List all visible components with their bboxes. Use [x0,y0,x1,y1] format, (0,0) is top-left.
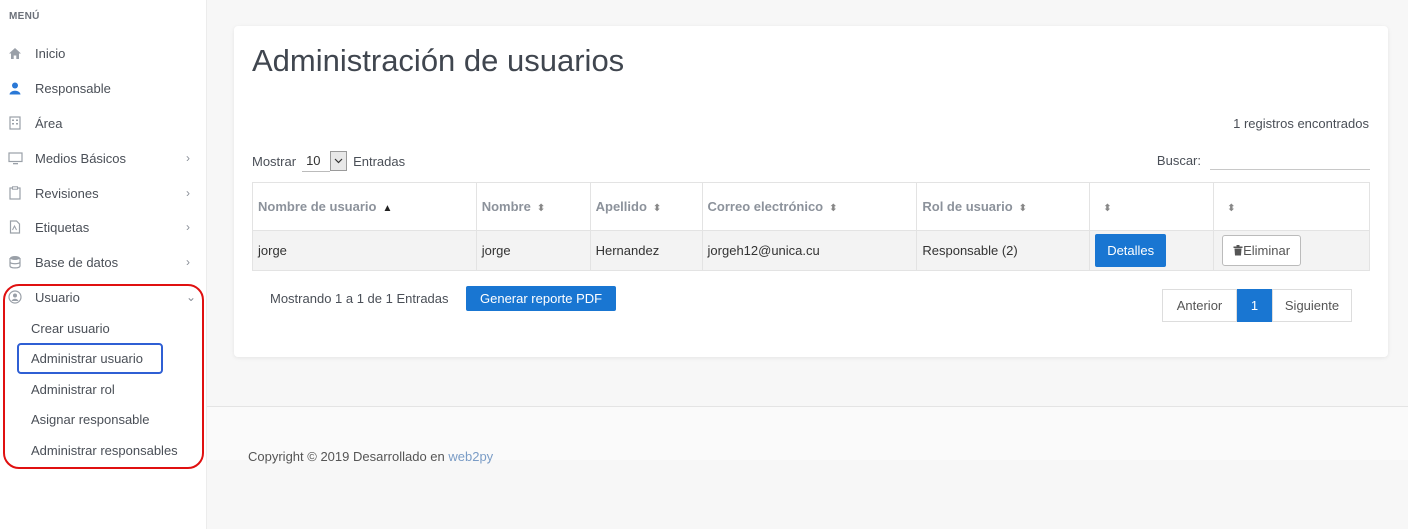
cell-role: Responsable (2) [916,230,1091,271]
chevron-down-icon [330,151,348,171]
building-icon [7,115,23,131]
sidebar-item-label: Revisiones [35,185,99,201]
sidebar-subitem-administrar-rol[interactable]: Administrar rol [31,382,115,397]
cell-delete: Eliminar [1213,230,1370,271]
sort-icon: ⬍ [1018,203,1028,214]
sidebar-item-area[interactable]: Área [0,108,207,138]
sort-icon: ⬍ [536,203,546,214]
sidebar-item-responsable[interactable]: Responsable [0,73,207,103]
sidebar-item-label: Medios Básicos [35,150,127,166]
cell-details: Detalles [1089,230,1215,271]
table-header-row: Nombre de usuario ▲ Nombre ⬍ Apellido ⬍ Cor… [252,182,1370,231]
home-icon [7,45,23,61]
chevron-right-icon: › [186,151,190,165]
main-card: Administración de usuarios 1 registros e… [234,26,1388,357]
cell-username: jorge [252,230,477,271]
users-table: Nombre de usuario ▲ Nombre ⬍ Apellido ⬍ Cor… [252,182,1370,271]
column-header-surname[interactable]: Apellido ⬍ [589,182,703,231]
menu-title: MENÚ [9,11,40,22]
generate-pdf-button[interactable]: Generar reporte PDF [466,286,617,311]
table-info: Mostrando 1 a 1 de 1 Entradas [270,291,449,306]
page-title: Administración de usuarios [252,43,625,78]
pagination-page-button[interactable]: 1 [1237,289,1272,322]
sort-icon: ⬍ [1103,203,1112,214]
column-header-delete[interactable]: ⬍ [1213,182,1370,231]
entries-label: Entradas [353,153,406,169]
entries-select-value: 10 [302,150,331,172]
user-icon [7,80,23,96]
footer: Copyright © 2019 Desarrollado en web2py [248,449,493,464]
sidebar-subitem-administrar-usuario[interactable]: Administrar usuario [31,351,143,366]
sidebar-item-base-de-datos[interactable]: Base de datos › [0,247,207,277]
column-header-details[interactable]: ⬍ [1089,182,1215,231]
user-circle-icon [7,289,23,305]
sidebar-item-label: Área [35,115,63,131]
sidebar-subitem-crear-usuario[interactable]: Crear usuario [31,321,110,336]
sort-icon: ⬍ [1227,203,1236,214]
database-icon [7,254,23,270]
column-header-name[interactable]: Nombre ⬍ [475,182,591,231]
pagination-prev-button[interactable]: Anterior [1162,289,1237,322]
show-label: Mostrar [252,153,297,169]
sidebar-item-usuario[interactable]: Usuario ⌄ [0,282,207,312]
footer-link[interactable]: web2py [448,449,493,464]
chevron-right-icon: › [186,186,190,200]
sidebar-item-label: Base de datos [35,254,119,270]
sort-asc-icon: ▲ [382,203,393,214]
sidebar-item-inicio[interactable]: Inicio [0,38,207,68]
delete-label: Eliminar [1243,243,1291,258]
sidebar-item-label: Inicio [35,45,66,61]
search-label: Buscar: [1156,152,1201,168]
sidebar-item-label: Responsable [35,80,111,96]
chevron-right-icon: › [186,255,190,269]
search-input[interactable] [1210,150,1370,170]
details-button[interactable]: Detalles [1095,234,1167,267]
pagination-next-button[interactable]: Siguiente [1272,289,1352,322]
file-icon [7,219,23,235]
chevron-down-icon: ⌄ [186,290,197,304]
search-control: Buscar: [1157,150,1370,170]
records-found: 1 registros encontrados [1233,116,1369,131]
sidebar-item-revisiones[interactable]: Revisiones › [0,178,207,208]
sidebar-subitem-administrar-responsables[interactable]: Administrar responsables [31,443,178,458]
clipboard-icon [7,185,23,201]
table-row: jorge jorge Hernandez jorgeh12@unica.cu … [252,230,1370,271]
sidebar-item-label: Etiquetas [35,219,90,235]
delete-button[interactable]: Eliminar [1222,235,1302,266]
footer-text: Copyright © 2019 Desarrollado en [248,449,445,464]
monitor-icon [7,150,23,166]
entries-length-control: Mostrar 10 Entradas [252,150,405,172]
trash-icon [1233,245,1243,256]
cell-surname: Hernandez [589,230,703,271]
chevron-right-icon: › [186,220,190,234]
cell-email: jorgeh12@unica.cu [701,230,918,271]
sidebar-item-label: Usuario [35,289,80,305]
sidebar-subitem-asignar-responsable[interactable]: Asignar responsable [31,412,150,427]
column-header-username[interactable]: Nombre de usuario ▲ [252,182,477,231]
pagination: Anterior 1 Siguiente [1162,289,1352,322]
column-header-email[interactable]: Correo electrónico ⬍ [701,182,918,231]
sidebar: MENÚ Inicio Responsable Área Medios Bási… [0,0,207,529]
sort-icon: ⬍ [829,203,838,214]
cell-name: jorge [475,230,591,271]
sort-icon: ⬍ [652,203,662,214]
sidebar-item-medios-basicos[interactable]: Medios Básicos › [0,143,207,173]
sidebar-item-etiquetas[interactable]: Etiquetas › [0,212,207,242]
entries-select[interactable]: 10 [302,150,348,172]
column-header-role[interactable]: Rol de usuario ⬍ [916,182,1091,231]
